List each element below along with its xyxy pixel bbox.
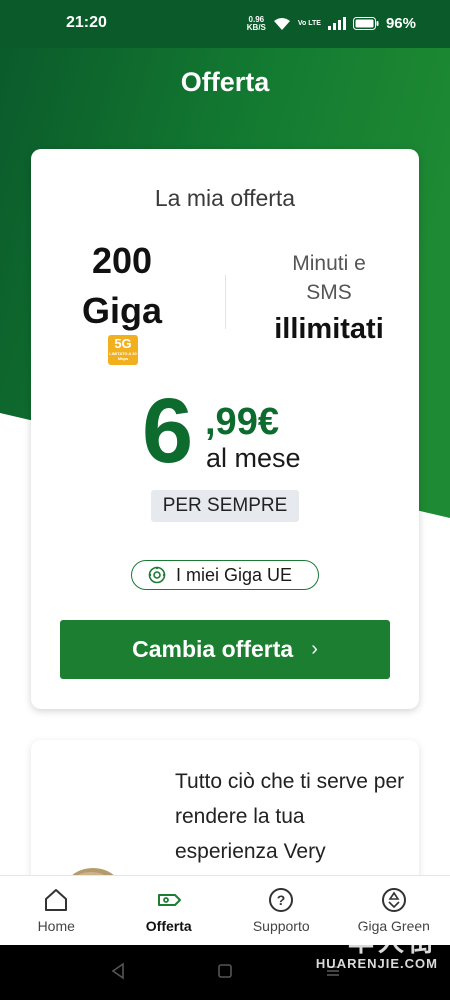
nav-item-home[interactable]: Home <box>0 876 113 945</box>
change-offer-label: Cambia offerta <box>132 636 294 662</box>
home-square-icon[interactable] <box>217 962 233 980</box>
chevron-right-icon: › <box>311 638 318 660</box>
promo-text: Tutto ciò che ti serve per rendere la tu… <box>175 770 405 863</box>
giga-unit: Giga <box>81 290 162 331</box>
nav-item-offerta[interactable]: Offerta <box>113 876 226 945</box>
giga-ue-button[interactable]: I miei Giga UE <box>131 560 319 590</box>
globe-icon <box>148 566 166 584</box>
change-offer-button[interactable]: Cambia offerta › <box>60 620 390 679</box>
minutes-sms-label: Minuti e SMS <box>292 252 366 304</box>
battery-icon <box>352 17 379 30</box>
forever-tag: PER SEMPRE <box>151 490 299 522</box>
offer-card: La mia offerta 200 Giga 5G LIMITATO A 30… <box>31 149 419 709</box>
help-icon: ? <box>269 888 294 912</box>
page-title: Offerta <box>180 67 270 97</box>
recycle-icon <box>381 888 406 912</box>
status-bar: 21:20 0.96 KB/S Vo LTE 96% <box>0 0 450 48</box>
price-decimal: ,99€ <box>205 401 279 443</box>
5g-badge: 5G LIMITATO A 30 Mbps <box>108 335 138 365</box>
offer-card-title: La mia offerta <box>154 185 296 211</box>
svg-text:?: ? <box>277 892 286 908</box>
giga-ue-label: I miei Giga UE <box>176 564 293 585</box>
network-speed: 0.96 KB/S <box>246 14 266 32</box>
home-icon <box>45 889 68 911</box>
watermark: 华人街 HUARENJIE.COM <box>315 927 438 971</box>
status-icons: 0.96 KB/S Vo LTE 96% <box>247 15 416 32</box>
signal-icon <box>327 17 346 30</box>
offer-tag-icon <box>157 894 181 906</box>
nav-label-offerta: Offerta <box>145 918 192 934</box>
minutes-sms-value: illimitati <box>274 313 384 345</box>
giga-amount: 200 <box>91 240 153 281</box>
battery-percent: 96% <box>385 15 416 32</box>
price-integer: 6 <box>142 380 194 482</box>
card-divider <box>225 275 226 329</box>
price-period: al mese <box>206 443 301 473</box>
nav-label-home: Home <box>37 918 75 934</box>
wifi-icon <box>273 17 290 30</box>
volte-icon: Vo LTE <box>297 20 321 27</box>
back-icon[interactable] <box>110 962 126 980</box>
nav-label-supporto: Supporto <box>252 918 310 934</box>
status-time: 21:20 <box>66 14 107 31</box>
